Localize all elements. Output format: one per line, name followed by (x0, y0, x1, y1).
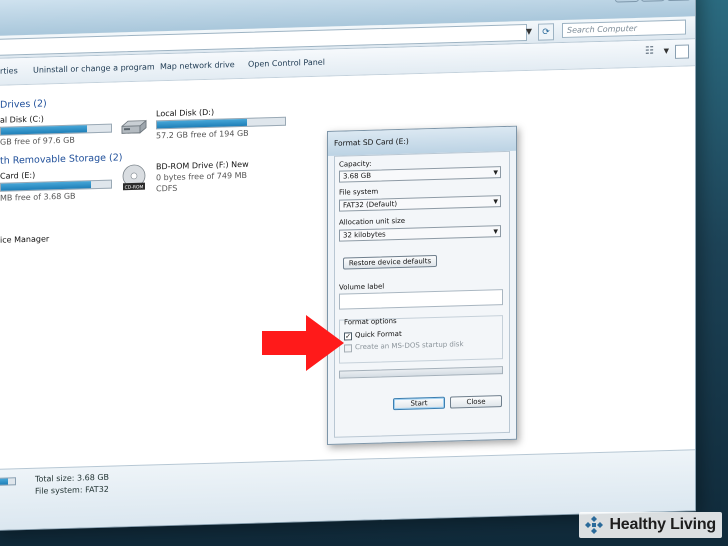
drive-c-free: GB free of 97.6 GB (0, 135, 75, 147)
drive-d-usage-fill (157, 118, 247, 129)
preview-pane-button[interactable] (675, 44, 689, 59)
group-header-hard-drives[interactable]: Drives (2) (0, 98, 47, 110)
hard-drive-icon (121, 119, 147, 134)
bd-rom-icon: CD-ROM (122, 164, 146, 191)
address-dropdown-icon[interactable]: ▼ (523, 24, 535, 39)
close-dialog-button[interactable]: Close (450, 395, 502, 409)
uninstall-program-button[interactable]: Uninstall or change a program (33, 62, 155, 74)
allocation-value: 32 kilobytes (343, 230, 386, 240)
allocation-label: Allocation unit size (339, 216, 406, 227)
properties-button[interactable]: rties (0, 66, 18, 75)
format-progress-bar (339, 366, 503, 379)
group-header-removable[interactable]: th Removable Storage (2) (0, 152, 122, 166)
maximize-button[interactable]: □ (641, 0, 665, 2)
drive-f-filesystem: CDFS (156, 183, 178, 194)
msdos-startup-checkbox (344, 344, 352, 353)
chevron-down-icon: ▼ (493, 228, 498, 236)
details-usage-bar (0, 477, 16, 486)
drive-d-free: 57.2 GB free of 194 GB (156, 128, 249, 141)
details-usage-fill (0, 478, 8, 485)
restore-defaults-button[interactable]: Restore device defaults (343, 254, 437, 270)
chevron-down-icon: ▼ (493, 198, 498, 206)
start-button[interactable]: Start (393, 396, 445, 411)
capacity-value: 3.68 GB (343, 171, 372, 181)
refresh-icon[interactable]: ⟳ (538, 23, 554, 41)
open-control-panel-button[interactable]: Open Control Panel (248, 58, 325, 69)
drive-c-name[interactable]: al Disk (C:) (0, 114, 44, 124)
minimize-button[interactable]: — (615, 0, 639, 3)
svg-text:CD-ROM: CD-ROM (125, 184, 144, 191)
details-file-system: File system: FAT32 (35, 484, 109, 496)
drive-e-free: MB free of 3.68 GB (0, 191, 76, 203)
view-options-icon[interactable]: ☷ (645, 45, 659, 57)
quick-format-checkbox[interactable]: ✓ (344, 332, 352, 341)
window-controls: — □ ✕ (615, 0, 691, 3)
drive-c-usage-fill (1, 125, 87, 135)
dialog-body: Capacity: 3.68 GB ▼ File system FAT32 (D… (334, 150, 510, 438)
filesystem-select[interactable]: FAT32 (Default) ▼ (339, 195, 501, 212)
format-options-group: Format options ✓ Quick Format Create an … (339, 315, 503, 364)
details-total-size: Total size: 3.68 GB (35, 472, 110, 484)
chevron-down-icon: ▼ (493, 169, 498, 177)
device-manager-link[interactable]: ice Manager (0, 234, 49, 244)
quick-format-label[interactable]: Quick Format (355, 330, 402, 339)
watermark: Healthy Living (579, 512, 722, 538)
msdos-startup-label: Create an MS-DOS startup disk (355, 340, 464, 352)
map-network-drive-button[interactable]: Map network drive (160, 60, 235, 71)
allocation-select[interactable]: 32 kilobytes ▼ (339, 225, 501, 242)
red-arrow-annotation (262, 315, 344, 371)
healthy-living-logo-icon (585, 516, 604, 534)
format-dialog: Format SD Card (E:) Capacity: 3.68 GB ▼ … (327, 125, 517, 446)
drive-c-usage-bar (0, 123, 112, 136)
drive-e-usage-bar (0, 179, 112, 192)
drive-f-name[interactable]: BD-ROM Drive (F:) New (156, 160, 249, 172)
drive-e-name[interactable]: Card (E:) (0, 171, 35, 181)
close-button[interactable]: ✕ (667, 0, 691, 2)
capacity-label: Capacity: (339, 159, 372, 169)
drive-d-name[interactable]: Local Disk (D:) (156, 108, 214, 119)
watermark-brand: Healthy Living (609, 516, 716, 533)
drive-e-usage-fill (1, 181, 92, 191)
filesystem-label: File system (339, 187, 379, 197)
drive-d-usage-bar (156, 116, 286, 130)
volume-label-caption: Volume label (339, 282, 385, 292)
filesystem-value: FAT32 (Default) (343, 200, 398, 210)
volume-label-input[interactable] (339, 289, 503, 310)
drive-f-free: 0 bytes free of 749 MB (156, 170, 247, 183)
capacity-select[interactable]: 3.68 GB ▼ (339, 166, 501, 183)
search-input[interactable]: Search Computer (562, 19, 686, 39)
format-options-label: Format options (344, 317, 397, 327)
view-dropdown-icon[interactable]: ▼ (664, 47, 669, 55)
